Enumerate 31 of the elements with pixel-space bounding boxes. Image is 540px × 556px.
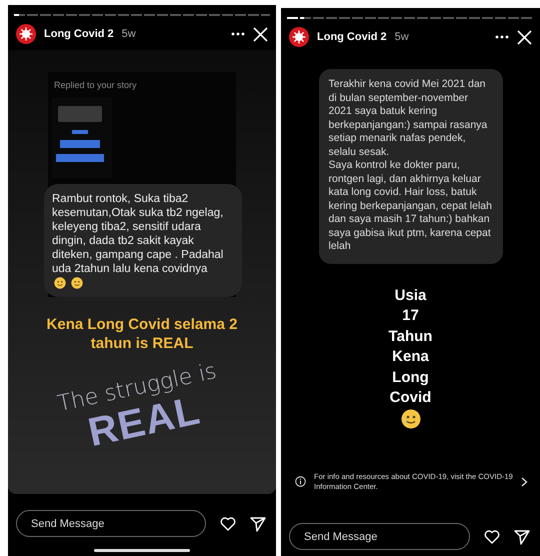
smiling-face-tear-icon (401, 408, 422, 428)
story-text-line: Covid (390, 388, 432, 408)
story-text-line: Usia (394, 286, 426, 306)
close-icon[interactable] (517, 30, 532, 44)
more-icon[interactable] (495, 35, 509, 39)
send-icon[interactable] (250, 516, 266, 532)
close-icon[interactable] (253, 26, 268, 42)
account-name[interactable]: Long Covid 2 (44, 28, 114, 40)
smiling-face-icon (54, 277, 66, 289)
avatar-icon[interactable] (16, 24, 36, 44)
message-bubble: Terakhir kena covid Mei 2021 dan di bulan september-november 2021 saya batuk kering berkepanjangan:) sampai rasanya setiap menarik nafas pendek, selalu sesak. Saya kontrol ke dokter paru, rontgen lagi, dan akhirnya keluar kata long covid. Hair loss, batuk kering berkepanjangan, cepat lelah dan saya masih 17 tahun:) bahkan saya gabisa ikut ptm, karena cepat lelah (318, 69, 502, 264)
heart-icon[interactable] (484, 528, 500, 544)
info-icon (295, 476, 306, 487)
send-message-field[interactable]: Send Message (289, 523, 470, 550)
message-text: Rambut rontok, Suka tiba2 kesemutan,Otak suka tb2 ngelag, keleyeng tiba2, sensitif udara dingin, dada tb2 sakit kayak diteken, gampang cape . Padahal uda 2tahun lalu kena covidnya (52, 192, 224, 276)
replied-label: Replied to your story (53, 80, 138, 90)
story-text-line: Long (392, 368, 429, 388)
story-text-line: Tahun (388, 326, 432, 346)
story-text-line: Kena (392, 347, 429, 367)
send-message-field[interactable]: Send Message (16, 510, 206, 537)
avatar-icon[interactable] (289, 27, 309, 47)
more-icon[interactable] (231, 32, 245, 36)
chevron-right-icon[interactable] (521, 476, 528, 486)
story-caption: Kena Long Covid selama 2 tahun is REAL (46, 315, 238, 353)
smiling-face-icon (71, 277, 83, 289)
heart-icon[interactable] (220, 516, 236, 532)
account-name[interactable]: Long Covid 2 (317, 31, 387, 43)
story-text-line: 17 (402, 306, 419, 326)
post-time: 5w (122, 28, 136, 40)
post-time: 5w (394, 31, 409, 43)
send-icon[interactable] (514, 528, 530, 544)
